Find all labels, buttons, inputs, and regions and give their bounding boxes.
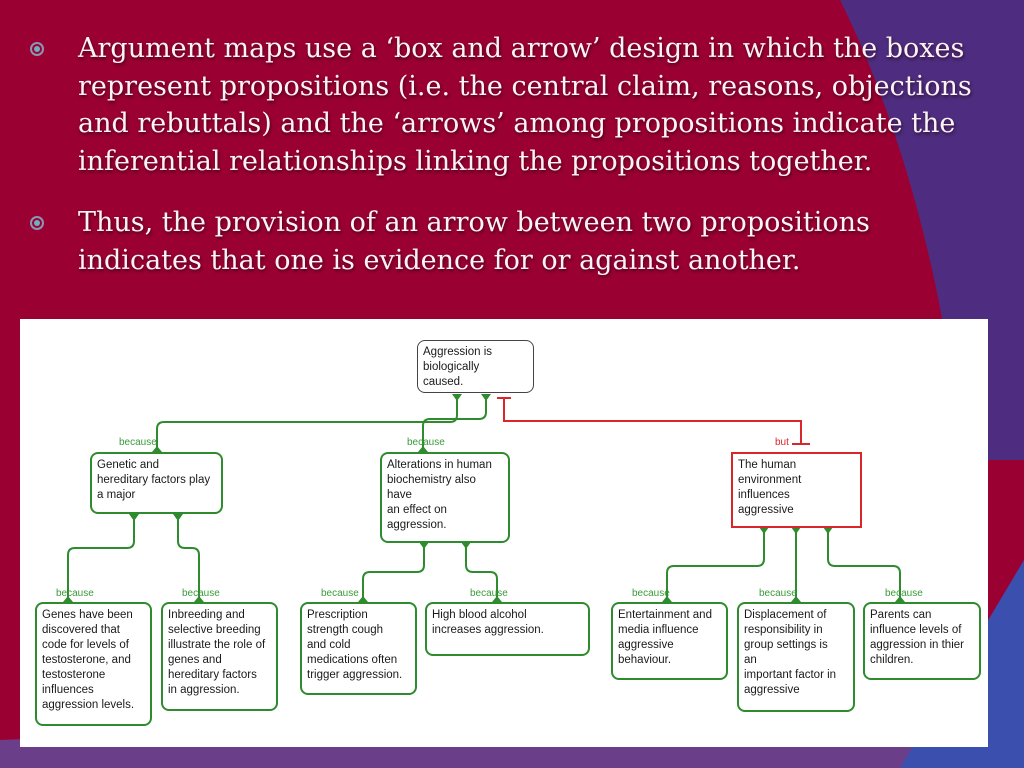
node-displacement[interactable]: Displacement of responsibility in group … [737, 602, 855, 712]
because-label: because [632, 588, 670, 599]
bullet-icon [30, 216, 44, 230]
node-entertainment[interactable]: Entertainment and media influence aggres… [611, 602, 728, 680]
because-label: because [119, 437, 157, 448]
because-label: because [885, 588, 923, 599]
connector-env-entertainment [666, 527, 765, 602]
argument-map: Aggression is biologically caused. becau… [20, 319, 988, 747]
objection-connector [497, 397, 810, 445]
bullet-text: Thus, the provision of an arrow between … [78, 207, 870, 276]
bullet-icon [30, 42, 44, 56]
node-inbreeding[interactable]: Inbreeding and selective breeding illust… [161, 602, 278, 711]
because-label: because [470, 588, 508, 599]
node-environment-objection[interactable]: The human environment influences aggress… [731, 452, 862, 528]
node-prescription[interactable]: Prescription strength cough and cold med… [300, 602, 417, 695]
node-genetic[interactable]: Genetic and hereditary factors play a ma… [90, 452, 223, 514]
node-alcohol[interactable]: High blood alcohol increases aggression. [425, 602, 590, 656]
bullet-list: Argument maps use a ‘box and arrow’ desi… [30, 30, 990, 303]
but-label: but [775, 437, 789, 448]
node-genes[interactable]: Genes have been discovered that code for… [35, 602, 152, 726]
because-label: because [321, 588, 359, 599]
bullet-item: Argument maps use a ‘box and arrow’ desi… [30, 30, 990, 180]
connector-biochem-prescription [362, 542, 425, 602]
because-label: because [407, 437, 445, 448]
node-root-claim[interactable]: Aggression is biologically caused. [417, 340, 534, 393]
because-label: because [182, 588, 220, 599]
bullet-text: Argument maps use a ‘box and arrow’ desi… [78, 33, 972, 177]
bullet-item: Thus, the provision of an arrow between … [30, 204, 990, 279]
node-biochem[interactable]: Alterations in human biochemistry also h… [380, 452, 510, 543]
node-parents[interactable]: Parents can influence levels of aggressi… [863, 602, 981, 680]
because-label: because [759, 588, 797, 599]
because-label: because [56, 588, 94, 599]
